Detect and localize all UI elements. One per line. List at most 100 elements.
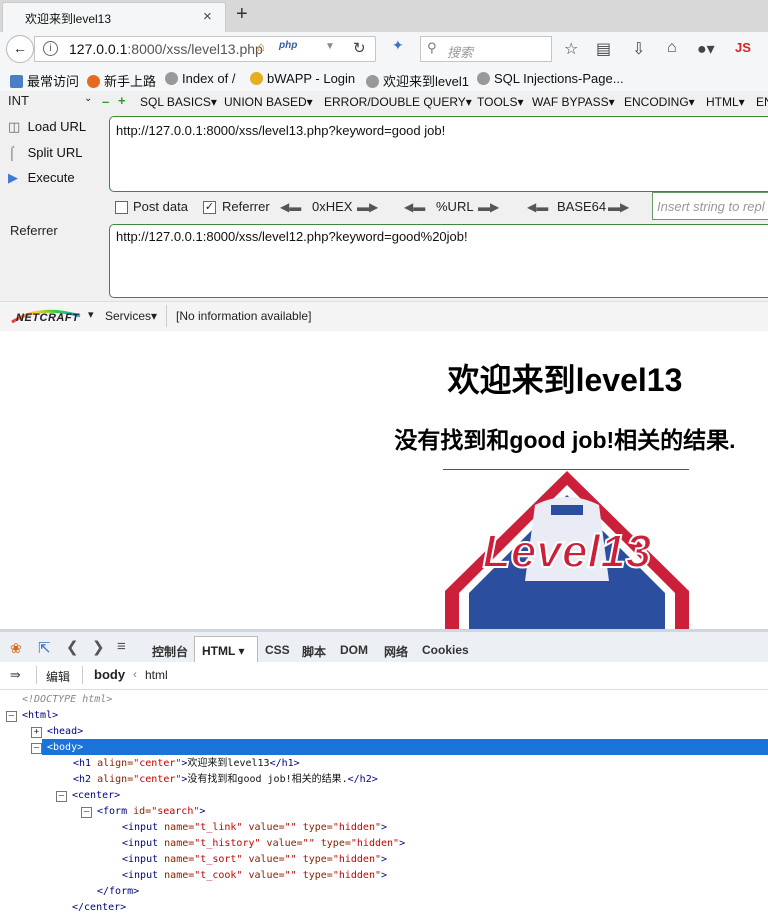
tab-console[interactable]: 控制台	[152, 643, 188, 660]
tab-cookies[interactable]: Cookies	[422, 643, 469, 657]
level13-logo-image: Level13	[445, 471, 689, 629]
bookmark-bwapp[interactable]: bWAPP - Login	[250, 71, 355, 86]
type-select[interactable]: INT ⌄	[8, 93, 94, 110]
split-url-button[interactable]: ⌠ Split URL	[8, 145, 83, 160]
page-title: 欢迎来到level13	[447, 362, 683, 398]
bookmark-index[interactable]: Index of /	[165, 71, 235, 86]
center-node[interactable]: <center>	[72, 789, 120, 803]
load-url-button[interactable]: ◫ Load URL	[8, 119, 86, 135]
netcraft-logo[interactable]: NETCRAFT	[10, 308, 82, 324]
h1-node[interactable]: <h1 align="center">欢迎来到level13</h1>	[73, 757, 300, 771]
tab-html[interactable]: HTML ▾	[194, 636, 258, 663]
back-icon[interactable]: ❮	[66, 638, 79, 656]
search-input[interactable]: ⚲ 搜索	[420, 36, 552, 62]
breadcrumb-body[interactable]: body	[94, 667, 125, 682]
expand-toggle[interactable]: +	[31, 727, 42, 738]
firebug-icon[interactable]: ❀	[10, 640, 22, 657]
post-data-label: Post data	[133, 199, 188, 214]
html-node[interactable]: <html>	[22, 709, 58, 723]
menu-error-double-query[interactable]: ERROR/DOUBLE QUERY▾	[324, 95, 472, 109]
url-textarea-value: http://127.0.0.1:8000/xss/level13.php?ke…	[116, 123, 446, 138]
execute-label: Execute	[27, 170, 75, 185]
tab-css[interactable]: CSS	[265, 643, 290, 657]
collapse-toggle[interactable]: –	[6, 711, 17, 722]
close-tab-icon[interactable]: ×	[203, 8, 212, 25]
divider	[166, 305, 167, 327]
hackbar-panel: ◫ Load URL ⌠ Split URL ▶ Execute http://…	[0, 113, 768, 301]
hex-right-arrow-icon[interactable]: ▬▶	[357, 200, 378, 214]
menu-waf-bypass[interactable]: WAF BYPASS▾	[532, 95, 615, 109]
home-button-icon[interactable]: ⌂	[667, 39, 677, 57]
menu-union-based[interactable]: UNION BASED▾	[224, 95, 313, 109]
minus-icon[interactable]: –	[102, 94, 109, 109]
tab-network[interactable]: 网络	[384, 643, 408, 660]
url-right-arrow-icon[interactable]: ▬▶	[478, 200, 499, 214]
referrer-textarea[interactable]: http://127.0.0.1:8000/xss/level12.php?ke…	[109, 224, 768, 298]
bee-icon	[250, 72, 263, 85]
divider	[36, 666, 37, 684]
star-icon[interactable]: ☆	[564, 39, 578, 59]
base64-label: BASE64	[557, 199, 607, 214]
reload-icon[interactable]: ↻	[353, 39, 366, 57]
home-icon[interactable]: ⌂	[257, 39, 265, 54]
js-button[interactable]: JS	[735, 40, 751, 55]
referrer-checkbox[interactable]: ✓	[203, 201, 216, 214]
bookmark-sqli[interactable]: SQL Injections-Page...	[477, 71, 624, 86]
post-data-checkbox[interactable]	[115, 201, 128, 214]
menu-tools[interactable]: TOOLS▾	[477, 95, 523, 109]
bookmark-level1[interactable]: 欢迎来到level1	[366, 71, 469, 90]
input-node[interactable]: <input name="t_cook" value="" type="hidd…	[122, 869, 387, 883]
globe-icon	[366, 75, 379, 88]
base64-left-arrow-icon[interactable]: ◀▬	[527, 200, 548, 214]
input-node[interactable]: <input name="t_link" value="" type="hidd…	[122, 821, 387, 835]
url-textarea[interactable]: http://127.0.0.1:8000/xss/level13.php?ke…	[109, 116, 768, 192]
globe-icon[interactable]: ●▾	[697, 39, 715, 59]
url-text: 127.0.0.1:8000/xss/level13.php	[69, 41, 263, 57]
hex-left-arrow-icon[interactable]: ◀▬	[280, 200, 301, 214]
menu-html[interactable]: HTML▾	[706, 95, 745, 109]
input-node[interactable]: <input name="t_sort" value="" type="hidd…	[122, 853, 387, 867]
menu-sql-basics[interactable]: SQL BASICS▾	[140, 95, 217, 109]
input-node[interactable]: <input name="t_history" value="" type="h…	[122, 837, 405, 851]
inspect-icon[interactable]: ⇱	[38, 639, 51, 657]
bookmark-most-visited[interactable]: 最常访问	[10, 71, 79, 90]
menu-overflow[interactable]: EN	[756, 95, 768, 109]
forward-icon[interactable]: ❯	[92, 638, 105, 656]
menu-encoding[interactable]: ENCODING▾	[624, 95, 695, 109]
bookmark-label: 欢迎来到level1	[383, 74, 469, 89]
tab-script[interactable]: 脚本	[302, 643, 326, 660]
command-line-icon[interactable]: ≡	[117, 638, 126, 655]
bookmark-getting-started[interactable]: 新手上路	[87, 71, 156, 90]
address-bar[interactable]: i 127.0.0.1:8000/xss/level13.php ⌂ php ▼…	[34, 36, 376, 62]
edit-tool-icon[interactable]: ⇛	[10, 667, 21, 683]
services-menu[interactable]: Services▾	[105, 309, 157, 323]
chevron-down-icon[interactable]: ▾	[88, 308, 94, 321]
tab-level13[interactable]: 欢迎来到level13 ×	[2, 2, 226, 33]
extension-icon[interactable]: ✦	[392, 37, 404, 54]
divider	[443, 469, 689, 470]
tab-dom[interactable]: DOM	[340, 643, 368, 657]
edit-button[interactable]: 编辑	[46, 668, 70, 685]
execute-button[interactable]: ▶ Execute	[8, 170, 75, 186]
h2-node[interactable]: <h2 align="center">没有找到和good job!相关的结果.<…	[73, 773, 378, 787]
head-node[interactable]: <head>	[47, 725, 83, 739]
url-left-arrow-icon[interactable]: ◀▬	[404, 200, 425, 214]
new-tab-button[interactable]: +	[236, 3, 248, 26]
download-icon[interactable]: ⇩	[632, 39, 645, 59]
breadcrumb-html[interactable]: html	[145, 668, 168, 682]
back-button[interactable]: ←	[6, 35, 34, 63]
form-node[interactable]: <form id="search">	[97, 805, 205, 819]
collapse-toggle[interactable]: –	[56, 791, 67, 802]
body-node[interactable]: <body>	[47, 741, 83, 755]
base64-right-arrow-icon[interactable]: ▬▶	[608, 200, 629, 214]
chevron-left-icon: ‹	[133, 667, 137, 681]
collapse-toggle[interactable]: –	[31, 743, 42, 754]
reading-list-icon[interactable]: ▤	[596, 39, 611, 59]
plus-icon[interactable]: +	[118, 93, 126, 108]
collapse-toggle[interactable]: –	[81, 807, 92, 818]
info-icon[interactable]: i	[43, 41, 58, 56]
netcraft-logo-graphic: NETCRAFT	[11, 309, 81, 324]
insert-string-input[interactable]: Insert string to repl	[652, 192, 768, 220]
insert-string-placeholder: Insert string to repl	[657, 199, 765, 214]
chevron-down-icon[interactable]: ▼	[325, 41, 335, 52]
